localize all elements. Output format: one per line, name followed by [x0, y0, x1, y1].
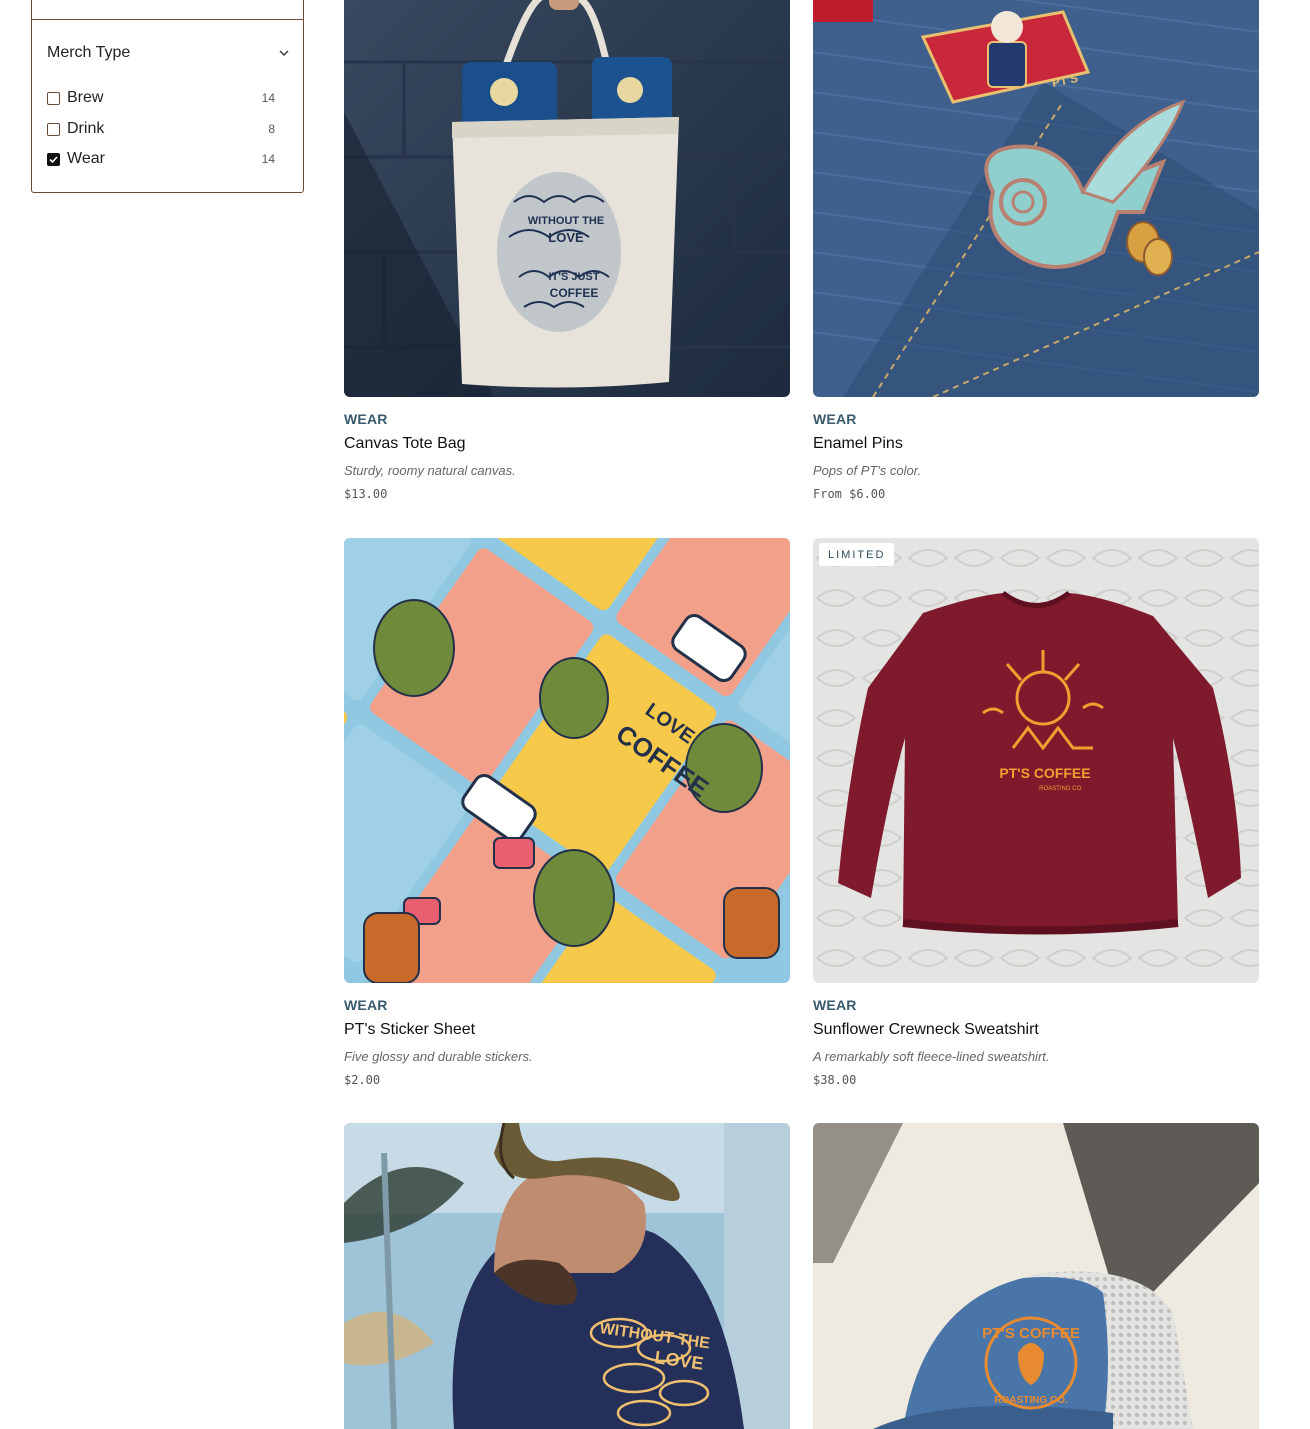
svg-text:LOVE: LOVE — [548, 230, 584, 245]
svg-text:WITHOUT THE: WITHOUT THE — [528, 215, 604, 227]
product-price: $13.00 — [344, 487, 388, 501]
product-category: WEAR — [813, 411, 857, 427]
product-card[interactable]: PT'S COFFEE ROASTING CO. LIMITED WEAR Su… — [813, 538, 1259, 1087]
filter-option-count: 14 — [261, 91, 275, 105]
product-name[interactable]: Sunflower Crewneck Sweatshirt — [813, 1021, 1259, 1039]
product-card[interactable]: WITHOUT THE LOVE IT'S JUST COFFEE WEAR C… — [344, 0, 790, 501]
checkbox-wear[interactable] — [47, 152, 60, 166]
filter-option-label: Brew — [67, 89, 104, 106]
product-category: WEAR — [344, 997, 388, 1013]
product-description: Sturdy, roomy natural canvas. — [344, 463, 516, 478]
checkbox-drink[interactable] — [47, 122, 60, 136]
product-image-sticker-sheet[interactable]: LOVE COFFEE — [344, 538, 790, 983]
filter-option-wear[interactable]: Wear 14 — [47, 149, 275, 169]
product-price: $38.00 — [813, 1073, 857, 1087]
svg-text:ROASTING CO.: ROASTING CO. — [994, 1395, 1068, 1406]
filter-option-drink[interactable]: Drink 8 — [47, 119, 275, 139]
svg-text:PT'S COFFEE: PT'S COFFEE — [982, 1325, 1080, 1342]
svg-text:IT'S JUST: IT'S JUST — [549, 271, 600, 283]
filter-option-count: 14 — [261, 152, 275, 166]
product-image-hoodie[interactable]: WITHOUT THE LOVE — [344, 1123, 790, 1429]
product-image-sweatshirt[interactable]: PT'S COFFEE ROASTING CO. LIMITED — [813, 538, 1259, 983]
product-name[interactable]: Enamel Pins — [813, 435, 1259, 453]
checkbox-brew[interactable] — [47, 91, 60, 105]
product-image-enamel-pins[interactable]: PT'S — [813, 0, 1259, 397]
product-category: WEAR — [813, 997, 857, 1013]
filter-option-label: Wear — [67, 150, 105, 167]
product-description: A remarkably soft fleece-lined sweatshir… — [813, 1049, 1050, 1064]
product-card[interactable]: PT'S COFFEE ROASTING CO. — [813, 1123, 1259, 1429]
product-name[interactable]: Canvas Tote Bag — [344, 435, 790, 453]
filter-option-brew[interactable]: Brew 14 — [47, 88, 275, 108]
filter-title: Merch Type — [47, 44, 131, 61]
product-name[interactable]: PT's Sticker Sheet — [344, 1021, 790, 1039]
product-card[interactable]: WITHOUT THE LOVE — [344, 1123, 790, 1429]
chevron-down-icon — [279, 50, 289, 56]
merch-type-filter: Merch Type Brew 14 Drink 8 Wear 14 — [31, 0, 304, 193]
product-card[interactable]: PT'S WEAR Enamel Pins Pops of PT's color… — [813, 0, 1259, 501]
filter-option-count: 8 — [268, 122, 275, 136]
product-card[interactable]: LOVE COFFEE WEAR PT's Sticker Sheet Five… — [344, 538, 790, 1087]
check-icon — [49, 155, 58, 163]
product-price: From $6.00 — [813, 487, 886, 501]
svg-text:PT'S COFFEE: PT'S COFFEE — [999, 765, 1090, 781]
limited-badge: LIMITED — [819, 543, 895, 566]
filter-option-label: Drink — [67, 120, 105, 137]
filter-divider — [32, 19, 303, 20]
product-description: Pops of PT's color. — [813, 463, 922, 478]
product-image-tote[interactable]: WITHOUT THE LOVE IT'S JUST COFFEE — [344, 0, 790, 397]
svg-text:COFFEE: COFFEE — [550, 286, 599, 300]
product-description: Five glossy and durable stickers. — [344, 1049, 533, 1064]
svg-text:ROASTING CO.: ROASTING CO. — [1039, 786, 1083, 792]
product-price: $2.00 — [344, 1073, 381, 1087]
product-category: WEAR — [344, 411, 388, 427]
product-image-cap[interactable]: PT'S COFFEE ROASTING CO. — [813, 1123, 1259, 1429]
merch-type-toggle[interactable]: Merch Type — [47, 41, 291, 65]
